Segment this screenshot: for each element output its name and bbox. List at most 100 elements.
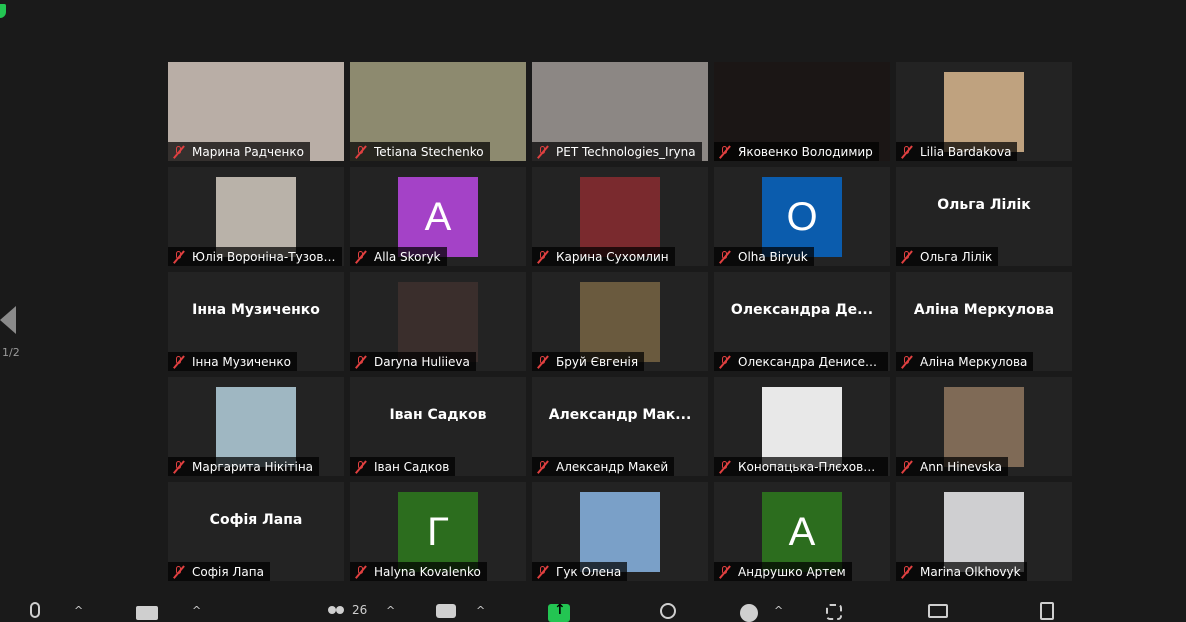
participant-tile[interactable]: Lilia Bardakova [896, 62, 1072, 161]
participant-initial-avatar: O [762, 177, 842, 257]
muted-mic-icon [172, 250, 186, 264]
participant-name: Яковенко Володимир [738, 144, 873, 159]
muted-mic-icon [900, 460, 914, 474]
participant-tile[interactable]: Карина Сухомлин [532, 167, 708, 266]
participant-tile[interactable]: Tetiana Stechenko [350, 62, 526, 161]
participant-name: Юлія Вороніна-Тузовська [192, 249, 336, 264]
audio-options-chevron-icon[interactable]: ^ [74, 604, 83, 617]
participant-name-label: Конопацька-ПлєховаО... [714, 457, 888, 476]
participant-name: Аліна Меркулова [920, 354, 1028, 369]
participant-tile[interactable]: Daryna Huliieva [350, 272, 526, 371]
muted-mic-icon [718, 565, 732, 579]
participant-tile[interactable]: Інна Музиченко Інна Музиченко [168, 272, 344, 371]
video-camera-icon[interactable] [136, 606, 158, 620]
muted-mic-icon [718, 250, 732, 264]
notes-icon[interactable] [1040, 602, 1054, 620]
participant-display-name: Ольга Лілік [937, 197, 1031, 213]
participant-name-label: Tetiana Stechenko [350, 142, 490, 161]
participant-name-label: Halyna Kovalenko [350, 562, 487, 581]
muted-mic-icon [900, 565, 914, 579]
participant-name-label: Daryna Huliieva [350, 352, 476, 371]
participant-name-label: Юлія Вороніна-Тузовська [168, 247, 342, 266]
participant-photo [944, 387, 1024, 467]
muted-mic-icon [536, 565, 550, 579]
participant-tile[interactable]: Іван Садков Іван Садков [350, 377, 526, 476]
participant-tile[interactable]: Г Halyna Kovalenko [350, 482, 526, 581]
participant-photo [944, 72, 1024, 152]
reactions-icon[interactable] [740, 604, 758, 622]
participant-tile[interactable]: Софія Лапа Софія Лапа [168, 482, 344, 581]
muted-mic-icon [172, 565, 186, 579]
previous-page-arrow-icon[interactable] [0, 306, 16, 334]
participant-name-label: Іван Садков [350, 457, 456, 476]
participant-tile[interactable]: Олександра Де... Олександра Денисенко [714, 272, 890, 371]
participants-options-chevron-icon[interactable]: ^ [386, 604, 395, 617]
participant-tile[interactable]: Конопацька-ПлєховаО... [714, 377, 890, 476]
muted-mic-icon [536, 145, 550, 159]
participant-name-label: Яковенко Володимир [714, 142, 879, 161]
participant-tile[interactable]: Бруй Євгенія [532, 272, 708, 371]
participant-name-label: Marina Olkhovyk [896, 562, 1027, 581]
participant-photo [944, 492, 1024, 572]
reactions-options-chevron-icon[interactable]: ^ [774, 604, 783, 617]
page-indicator: 1/2 [2, 346, 20, 359]
participant-photo [216, 177, 296, 257]
participant-name: Tetiana Stechenko [374, 144, 484, 159]
participant-initial-avatar: A [762, 492, 842, 572]
muted-mic-icon [354, 565, 368, 579]
muted-mic-icon [354, 460, 368, 474]
participant-tile[interactable]: Марина Радченко [168, 62, 344, 161]
participant-name-label: Гук Олена [532, 562, 628, 581]
share-screen-icon[interactable] [548, 602, 570, 622]
participant-tile[interactable]: Александр Мак... Александр Макей [532, 377, 708, 476]
participant-name-label: Olha Biryuk [714, 247, 814, 266]
participant-photo [216, 387, 296, 467]
muted-mic-icon [172, 460, 186, 474]
whiteboard-icon[interactable] [928, 604, 948, 618]
participant-tile[interactable]: A Alla Skoryk [350, 167, 526, 266]
chat-icon[interactable] [436, 604, 456, 618]
participant-name-label: Alla Skoryk [350, 247, 447, 266]
apps-icon[interactable] [826, 604, 842, 620]
participant-tile[interactable]: Юлія Вороніна-Тузовська [168, 167, 344, 266]
video-gallery-grid: Марина Радченко Tetiana Stechenko PET Tech… [168, 62, 1072, 582]
participant-name-label: Карина Сухомлин [532, 247, 675, 266]
muted-mic-icon [172, 355, 186, 369]
participant-tile[interactable]: Ольга Лілік Ольга Лілік [896, 167, 1072, 266]
participant-name-label: Lilia Bardakova [896, 142, 1018, 161]
participants-icon[interactable] [326, 606, 346, 620]
participant-name-label: PET Technologies_Iryna [532, 142, 702, 161]
chat-options-chevron-icon[interactable]: ^ [476, 604, 485, 617]
participant-tile[interactable]: Ann Hinevska [896, 377, 1072, 476]
participant-tile[interactable]: Аліна Меркулова Аліна Меркулова [896, 272, 1072, 371]
participant-tile[interactable]: Marina Olkhovyk [896, 482, 1072, 581]
participant-display-name: Аліна Меркулова [913, 302, 1055, 318]
video-options-chevron-icon[interactable]: ^ [192, 604, 201, 617]
participant-name: Марина Радченко [192, 144, 304, 159]
participant-tile[interactable]: A Андрушко Артем [714, 482, 890, 581]
microphone-icon[interactable] [30, 602, 40, 618]
muted-mic-icon [536, 355, 550, 369]
muted-mic-icon [900, 355, 914, 369]
participant-name-label: Аліна Меркулова [896, 352, 1034, 371]
muted-mic-icon [172, 145, 186, 159]
participant-tile[interactable]: Гук Олена [532, 482, 708, 581]
muted-mic-icon [354, 145, 368, 159]
participant-name: Олександра Денисенко [738, 354, 882, 369]
participant-tile[interactable]: Яковенко Володимир [714, 62, 890, 161]
participant-name: Marina Olkhovyk [920, 564, 1021, 579]
participant-photo [398, 282, 478, 362]
record-icon[interactable] [660, 603, 676, 619]
participant-tile[interactable]: O Olha Biryuk [714, 167, 890, 266]
participant-initial-avatar: Г [398, 492, 478, 572]
participant-photo [580, 492, 660, 572]
participant-tile[interactable]: Маргарита Нікітіна [168, 377, 344, 476]
participant-display-name: Александр Мак... [548, 407, 692, 423]
participant-name: Alla Skoryk [374, 249, 441, 264]
participant-name: Карина Сухомлин [556, 249, 669, 264]
participant-name: Olha Biryuk [738, 249, 808, 264]
participant-tile[interactable]: PET Technologies_Iryna [532, 62, 708, 161]
muted-mic-icon [536, 460, 550, 474]
muted-mic-icon [718, 355, 732, 369]
participant-name-label: Ольга Лілік [896, 247, 999, 266]
